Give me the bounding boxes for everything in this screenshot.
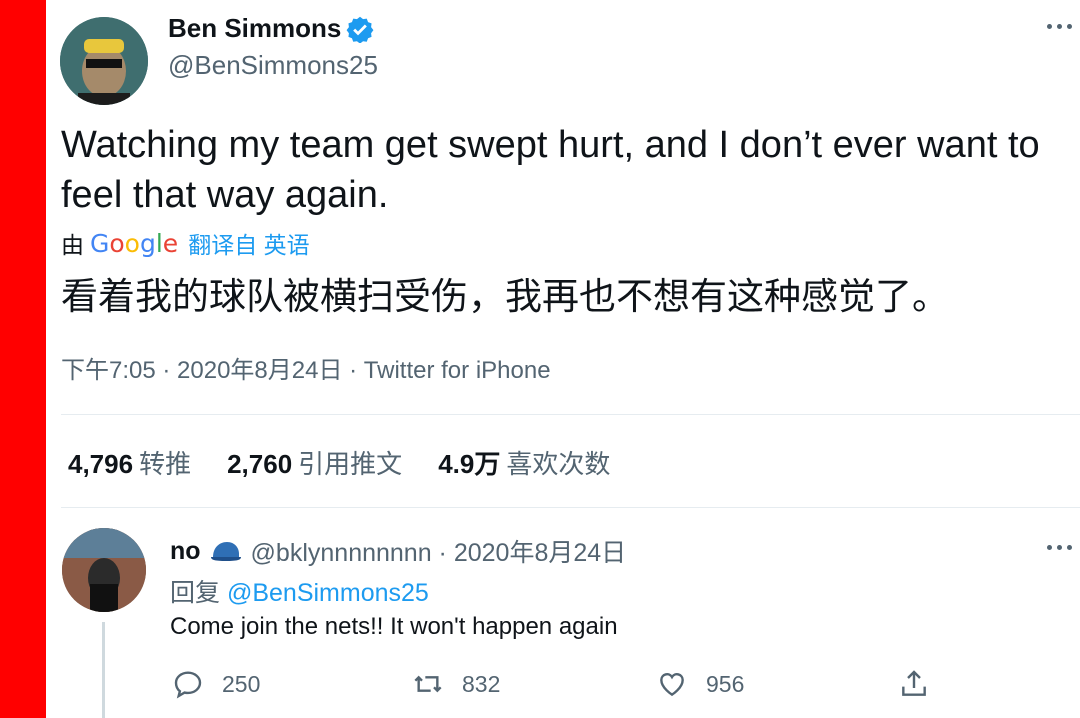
reply-avatar[interactable] <box>62 528 146 612</box>
reply-text: Come join the nets!! It won't happen aga… <box>170 613 618 640</box>
reply-handle-date[interactable]: @bklynnnnnnnn · 2020年8月24日 <box>251 533 627 569</box>
more-options-icon[interactable] <box>1045 14 1077 38</box>
reply-icon <box>174 671 202 699</box>
translated-text: 看着我的球队被横扫受伤，我再也不想有这种感觉了。 <box>61 276 949 317</box>
google-logo: Google <box>90 228 179 258</box>
reply-header: no @bklynnnnnnnn · 2020年8月24日 <box>170 533 626 569</box>
divider <box>61 507 1080 508</box>
like-button[interactable]: 956 <box>656 668 744 700</box>
share-button[interactable] <box>898 668 948 700</box>
like-icon <box>660 673 684 697</box>
share-icon <box>902 670 926 696</box>
retweet-count: 832 <box>462 670 501 697</box>
translate-source-link[interactable]: 翻译自 英语 <box>188 226 309 260</box>
tweet-metadata[interactable]: 下午7:05 · 2020年8月24日 · Twitter for iPhone <box>61 350 551 385</box>
red-side-stripe <box>0 0 46 718</box>
author-avatar[interactable] <box>60 17 148 105</box>
reply-count: 250 <box>222 670 261 697</box>
baseball-cap-icon <box>210 542 241 561</box>
translate-by-label: 由 <box>61 232 84 258</box>
author-handle[interactable]: @BenSimmons25 <box>168 50 378 81</box>
replying-to: 回复 @BenSimmons25 <box>170 579 429 607</box>
more-options-icon[interactable] <box>1045 535 1077 559</box>
divider <box>61 414 1080 415</box>
stat-quote-tweets[interactable]: 2,760 引用推文 <box>227 444 402 481</box>
tweet-text: Watching my team get swept hurt, and I d… <box>61 124 1040 216</box>
reply-mention-link[interactable]: @BenSimmons25 <box>227 579 429 607</box>
engagement-stats: 4,796 转推 2,760 引用推文 4.9万 喜欢次数 <box>68 444 646 481</box>
verified-badge-icon <box>346 16 374 43</box>
retweet-icon <box>414 675 442 693</box>
author-name[interactable]: Ben Simmons <box>168 13 341 44</box>
stat-retweets[interactable]: 4,796 转推 <box>68 444 191 481</box>
retweet-button[interactable]: 832 <box>412 668 500 700</box>
reply-button[interactable]: 250 <box>172 668 260 700</box>
thread-line <box>102 622 105 718</box>
stat-likes[interactable]: 4.9万 喜欢次数 <box>438 444 610 481</box>
translation-attribution: 由 Google 翻译自 英语 <box>61 226 310 260</box>
reply-author-name[interactable]: no <box>170 537 201 566</box>
like-count: 956 <box>706 670 745 697</box>
